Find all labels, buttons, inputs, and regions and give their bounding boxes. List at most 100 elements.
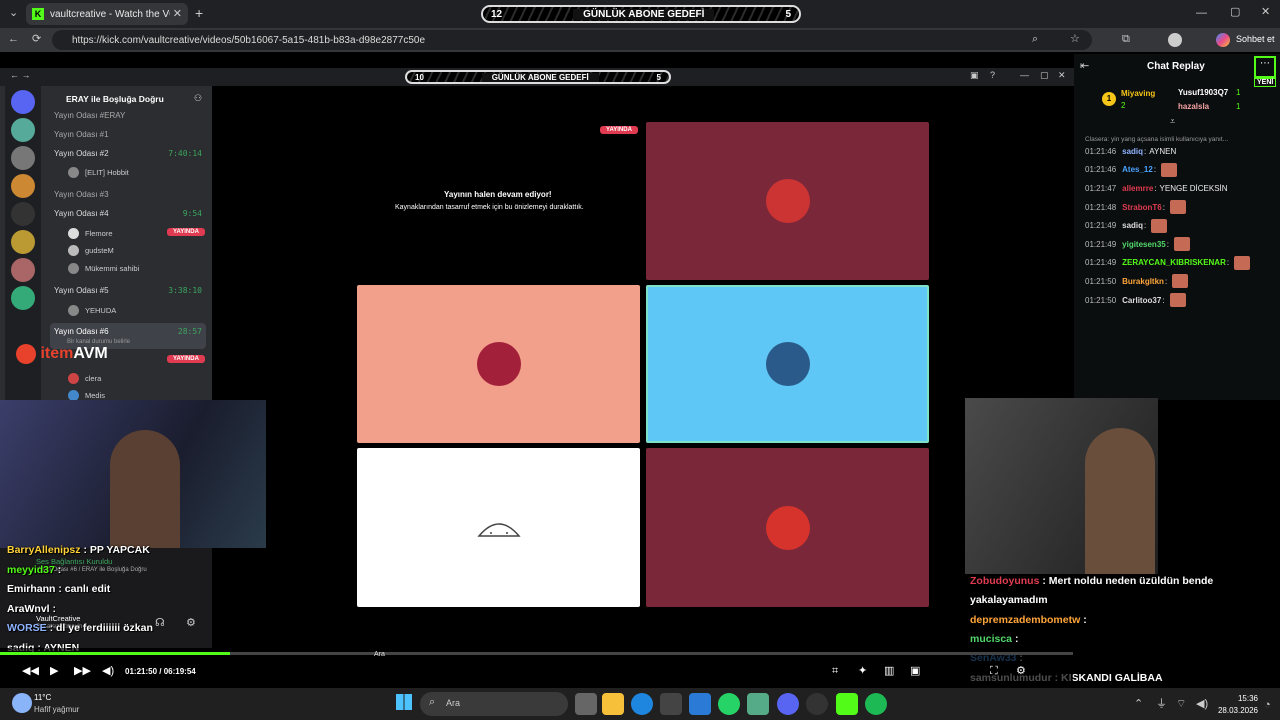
close-tab-icon[interactable]: ✕ [173, 8, 182, 20]
emote-icon [1169, 293, 1186, 308]
fullscreen-icon[interactable]: ⛶ [990, 666, 998, 677]
url-field[interactable]: https://kick.com/vaultcreative/videos/50… [52, 30, 1092, 50]
participant-tile-speaking[interactable] [646, 285, 929, 443]
reload-icon[interactable]: ⟳ [32, 34, 41, 45]
tray-chevron-icon[interactable]: ⌃ [1134, 699, 1143, 710]
back-icon[interactable]: ← → [10, 71, 31, 80]
help-icon[interactable]: ? [990, 71, 995, 80]
close-window-icon[interactable]: ✕ [1261, 7, 1270, 18]
voice-user[interactable]: gudsteM [68, 245, 114, 256]
participant-tile[interactable] [646, 122, 929, 280]
browser-tab[interactable]: K vaultcreative - Watch the VOD on ✕ [26, 3, 188, 25]
close-icon[interactable]: ✕ [1058, 71, 1066, 80]
chat-username[interactable]: allemrre [1122, 184, 1153, 193]
server-icon[interactable] [11, 230, 35, 254]
participant-tile[interactable] [357, 285, 640, 443]
brand-text-a: item [40, 345, 74, 363]
voice-user[interactable]: Flemore [68, 228, 113, 239]
sparkle-icon[interactable]: ✦ [858, 666, 867, 677]
app-icon[interactable] [747, 693, 769, 715]
whatsapp-icon[interactable] [718, 693, 740, 715]
channel-4[interactable]: Yayın Odası #4 9:54 [0, 204, 210, 223]
network-icon[interactable]: ⌔ [1176, 699, 1186, 710]
windows-start-icon[interactable] [396, 694, 412, 710]
expand-gifters-icon[interactable]: ⩡ [1170, 117, 1175, 126]
clip-icon[interactable]: ⌗ [832, 666, 838, 677]
chat-button[interactable]: Sohbet et [1236, 34, 1275, 44]
channel-eray[interactable]: Yayın Odası #ERAY [0, 106, 210, 125]
forward-icon[interactable]: ▶▶ [74, 666, 91, 677]
spotify-icon[interactable] [865, 693, 887, 715]
voice-user[interactable]: YEHUDA [68, 305, 116, 316]
weather-icon[interactable] [12, 693, 32, 713]
volume-icon[interactable]: ◀) [102, 666, 114, 677]
taskbar-search[interactable]: ⌕ Ara [420, 692, 568, 716]
chat-separator: : [1164, 276, 1168, 286]
chat-username[interactable]: yigitesen35 [1122, 240, 1166, 249]
obs-icon[interactable] [806, 693, 828, 715]
pip-icon[interactable]: ▣ [910, 666, 920, 677]
copilot-icon[interactable] [1216, 33, 1230, 47]
search-icon[interactable]: ⌕ [1032, 34, 1038, 45]
inbox-icon[interactable]: ▣ [970, 71, 979, 80]
back-icon[interactable]: ← [8, 34, 19, 45]
star-icon[interactable]: ☆ [1070, 34, 1080, 45]
chat-username[interactable]: Carlitoo37 [1122, 296, 1161, 305]
inner-goal-bar: 10 GÜNLÜK ABONE GEDEFİ 5 [405, 70, 671, 84]
voice-user[interactable]: Mükemmi sahibi [68, 263, 139, 274]
chat-username[interactable]: sadiq [1122, 147, 1143, 156]
mail-icon[interactable] [689, 693, 711, 715]
profile-avatar[interactable] [1168, 33, 1182, 47]
clock-date[interactable]: 28.03.2026 [1214, 706, 1258, 715]
speaker-icon[interactable]: ◀) [1196, 699, 1208, 710]
maximize-icon[interactable]: ▢ [1040, 71, 1049, 80]
channel-3[interactable]: Yayın Odası #3 [0, 185, 210, 204]
gifter-name[interactable]: hazalsla [1178, 102, 1209, 111]
server-icon[interactable] [11, 258, 35, 282]
settings-icon[interactable]: ⚙ [186, 618, 196, 629]
voice-user[interactable]: [ELIT] Hobbit [68, 167, 129, 178]
store-icon[interactable] [660, 693, 682, 715]
overlay-text: yakalayamadım [970, 594, 1048, 607]
chat-username[interactable]: Ates_12 [1122, 165, 1153, 174]
play-icon[interactable]: ▶ [50, 666, 58, 677]
chat-username[interactable]: sadiq [1122, 221, 1143, 230]
headset-icon[interactable]: ☊ [155, 618, 165, 629]
kick-favicon-icon: K [32, 8, 44, 20]
chat-username[interactable]: StrabonT6 [1122, 203, 1162, 212]
server-name[interactable]: ERAY ile Boşluğa Doğru [66, 94, 164, 104]
chat-menu-button[interactable]: ⋯ [1254, 56, 1276, 78]
new-tab-icon[interactable]: + [195, 6, 203, 20]
channel-2[interactable]: Yayın Odası #2 7:40:14 [0, 144, 210, 163]
webcam-right [965, 398, 1158, 574]
clock-time[interactable]: 15:36 [1228, 694, 1258, 703]
mic-icon[interactable]: ⏚ [1156, 699, 1167, 710]
top-gifter-name[interactable]: Miyaving [1121, 89, 1155, 98]
gifter-name[interactable]: Yusuf1903Q7 [1178, 88, 1228, 97]
minimize-icon[interactable]: — [1020, 71, 1029, 80]
extensions-icon[interactable]: ⧉ [1122, 34, 1130, 45]
voice-user[interactable]: clera [68, 373, 101, 384]
collapse-chat-icon[interactable]: ⇤ [1080, 61, 1089, 72]
channel-5[interactable]: Yayın Odası #5 3:38:10 [0, 281, 210, 300]
rewind-icon[interactable]: ◀◀ [22, 666, 39, 677]
chat-separator: : [1153, 165, 1157, 175]
maximize-icon[interactable]: ▢ [1230, 7, 1240, 18]
theater-icon[interactable]: ▥ [884, 666, 894, 677]
edge-icon[interactable] [631, 693, 653, 715]
notifications-icon[interactable]: ◔ [1264, 700, 1271, 711]
file-explorer-icon[interactable] [602, 693, 624, 715]
chat-username[interactable]: ZERAYCAN_KIBRISKENAR [1122, 258, 1226, 267]
task-view-icon[interactable] [575, 693, 597, 715]
tab-menu-icon[interactable]: ⌄ [9, 8, 18, 19]
settings-icon[interactable]: ⚙ [1016, 666, 1026, 677]
participant-tile[interactable] [357, 448, 640, 607]
overlay-username: WORSE [7, 622, 47, 634]
minimize-icon[interactable]: — [1196, 8, 1207, 19]
chat-username[interactable]: Burakgltkn [1122, 277, 1164, 286]
channel-1[interactable]: Yayın Odası #1 [0, 125, 210, 144]
participant-tile[interactable] [646, 448, 929, 607]
kick-icon[interactable] [836, 693, 858, 715]
add-user-icon[interactable]: ⚇ [194, 94, 202, 103]
discord-icon[interactable] [777, 693, 799, 715]
